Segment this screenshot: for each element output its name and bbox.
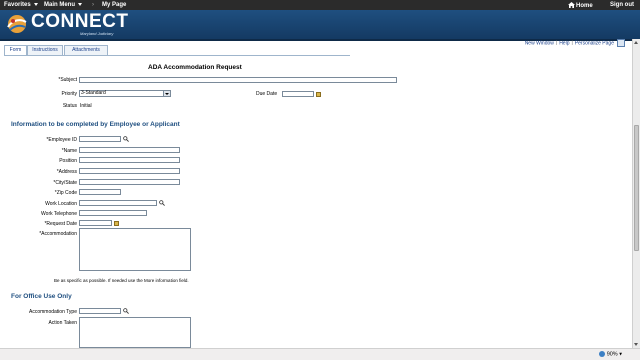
work-telephone-label: Work Telephone <box>41 211 77 217</box>
main-menu[interactable]: Main Menu <box>44 2 82 8</box>
browser-status-bar: 90% ▾ <box>0 348 640 360</box>
calendar-icon[interactable] <box>114 221 119 226</box>
search-icon[interactable] <box>123 136 129 142</box>
accommodation-type-label: Accommodation Type <box>29 309 77 315</box>
logo-icon <box>7 15 27 33</box>
name-label: *Name <box>61 148 77 154</box>
subject-input[interactable] <box>79 77 397 83</box>
globe-icon <box>598 351 605 357</box>
divider: | <box>555 40 558 47</box>
accommodation-label: *Accommodation <box>39 231 77 237</box>
work-location-label: Work Location <box>45 201 77 207</box>
zoom-control[interactable]: 90% ▾ <box>598 351 622 358</box>
scroll-up-icon[interactable] <box>633 39 640 46</box>
favorites-menu[interactable]: Favorites <box>4 2 38 8</box>
scroll-down-icon[interactable] <box>633 341 640 348</box>
vertical-scrollbar[interactable] <box>632 39 640 348</box>
chevron-down-icon <box>33 2 38 6</box>
page-layout-icon[interactable] <box>617 39 625 47</box>
page-title: ADA Accommodation Request <box>148 64 242 71</box>
favorites-label: Favorites <box>4 2 31 8</box>
employee-section-heading: Information to be completed by Employee … <box>11 121 180 128</box>
tab-divider <box>4 55 350 56</box>
zip-code-label: *Zip Code <box>54 190 77 196</box>
top-nav-bar: Favorites Main Menu › My Page Home Sign … <box>0 0 640 10</box>
sign-out-link[interactable]: Sign out <box>610 2 634 8</box>
help-link[interactable]: Help <box>559 40 569 46</box>
subject-label: *Subject <box>58 77 77 83</box>
city-state-input[interactable] <box>79 179 180 185</box>
position-label: Position <box>59 158 77 164</box>
home-label: Home <box>576 3 593 9</box>
zoom-level: 90% <box>606 351 618 358</box>
address-input[interactable] <box>79 168 180 174</box>
page-links: New Window | Help | Personalize Page <box>525 39 625 47</box>
employee-id-input[interactable] <box>79 136 121 142</box>
main-menu-label: Main Menu <box>44 2 75 8</box>
status-value: Initial <box>80 103 92 109</box>
priority-value: 3-Standard <box>81 90 106 96</box>
personalize-page-link[interactable]: Personalize Page <box>575 40 614 46</box>
home-icon <box>568 2 575 8</box>
accommodation-textarea[interactable] <box>79 228 191 271</box>
priority-select[interactable]: 3-Standard <box>79 90 171 97</box>
work-telephone-input[interactable] <box>79 210 147 216</box>
accommodation-hint: Be as specific as possible. If needed us… <box>54 278 189 283</box>
action-taken-textarea[interactable] <box>79 317 191 348</box>
zip-code-input[interactable] <box>79 189 121 195</box>
app-tagline: Maryland Judiciary <box>80 31 114 36</box>
due-date-input[interactable] <box>282 91 314 97</box>
request-date-input[interactable] <box>79 220 112 226</box>
scrollbar-thumb[interactable] <box>634 125 639 251</box>
address-label: *Address <box>56 169 77 175</box>
divider: | <box>571 40 573 47</box>
app-title: CONNECT <box>31 11 129 32</box>
city-state-label: *City/State <box>53 180 77 186</box>
status-label: Status <box>62 103 77 109</box>
my-page-link[interactable]: My Page <box>102 2 126 8</box>
office-section-heading: For Office Use Only <box>11 293 72 300</box>
tab-attachments[interactable]: Attachments <box>64 45 108 55</box>
accommodation-type-input[interactable] <box>79 308 121 314</box>
employee-id-label: *Employee ID <box>46 137 77 143</box>
action-taken-label: Action Taken <box>48 320 77 326</box>
priority-label: Priority <box>61 91 77 97</box>
name-input[interactable] <box>79 147 180 153</box>
calendar-icon[interactable] <box>316 92 321 97</box>
breadcrumb-separator: › <box>92 2 94 8</box>
home-link[interactable]: Home <box>568 2 593 9</box>
tab-instructions[interactable]: Instructions <box>27 45 63 55</box>
chevron-down-icon <box>163 91 170 96</box>
work-location-input[interactable] <box>79 200 157 206</box>
search-icon[interactable] <box>159 200 165 206</box>
new-window-link[interactable]: New Window <box>525 40 554 46</box>
due-date-label: Due Date <box>256 91 278 97</box>
position-input[interactable] <box>79 157 180 163</box>
search-icon[interactable] <box>123 308 129 314</box>
chevron-down-icon <box>78 2 82 6</box>
request-date-label: *Request Date <box>44 221 77 227</box>
